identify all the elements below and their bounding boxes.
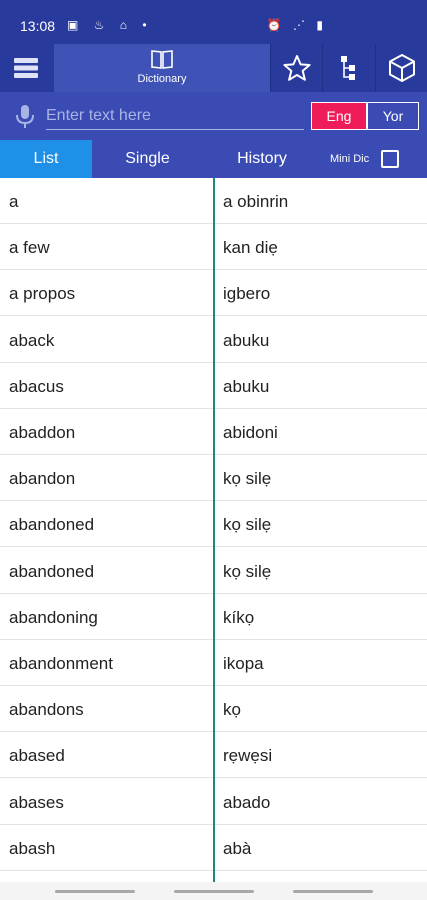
- english-word: abandon: [9, 469, 76, 489]
- favorites-button[interactable]: [270, 44, 322, 92]
- tree-icon: [340, 56, 355, 80]
- yoruba-translation: kọ silẹ: [223, 469, 272, 489]
- lang-yor-button[interactable]: Yor: [367, 102, 419, 130]
- search-input[interactable]: [46, 102, 304, 130]
- status-bar: 13:08 ▣ ♨ ⌂ • ⏰ ⋰ ▮: [0, 0, 427, 44]
- yoruba-translation: abuku: [223, 330, 270, 350]
- yoruba-translation: a obinrin: [223, 192, 289, 211]
- nav-recents-button[interactable]: [55, 890, 135, 893]
- english-word: aback: [9, 330, 55, 350]
- yoruba-translation: abuku: [223, 376, 270, 396]
- yoruba-translation: rẹwẹsi: [223, 746, 273, 766]
- tree-button[interactable]: [322, 44, 374, 92]
- column-divider: [213, 178, 215, 884]
- yoruba-translation: abà: [223, 838, 252, 858]
- yoruba-translation: kọ silẹ: [223, 515, 272, 535]
- tab-history[interactable]: History: [218, 140, 306, 178]
- nav-home-button[interactable]: [174, 890, 254, 893]
- english-word: abandoned: [9, 561, 95, 581]
- tab-list[interactable]: List: [0, 140, 92, 178]
- nav-back-button[interactable]: [293, 890, 373, 893]
- view-tabs: List Single History Mini Dic: [0, 140, 427, 178]
- cube-button[interactable]: [375, 44, 427, 92]
- system-status-icons: ⏰ ⋰ ▮: [266, 18, 327, 32]
- english-word: a propos: [9, 284, 76, 304]
- english-word: abased: [9, 746, 65, 766]
- yoruba-translation: kan diẹ: [223, 238, 278, 258]
- status-time: 13:08: [20, 18, 56, 34]
- english-word: abacus: [9, 376, 64, 396]
- yoruba-translation: igbero: [223, 284, 271, 304]
- english-word: abash: [9, 838, 56, 858]
- menu-button[interactable]: [0, 44, 52, 92]
- lang-eng-button[interactable]: Eng: [311, 102, 367, 130]
- cube-icon: [388, 54, 415, 82]
- yoruba-translation: kọ silẹ: [223, 561, 272, 581]
- english-word: abandonment: [9, 654, 113, 673]
- top-toolbar: Dictionary: [0, 44, 427, 92]
- system-nav-bar: [0, 882, 427, 900]
- yoruba-translation: abidoni: [223, 423, 278, 442]
- english-word: a: [9, 192, 19, 211]
- english-word: a few: [9, 238, 50, 258]
- english-word: abandons: [9, 700, 84, 720]
- book-icon: [151, 50, 173, 69]
- english-word: abandoned: [9, 515, 95, 535]
- yoruba-translation: kíkọ: [223, 607, 255, 627]
- notification-icons: ▣ ♨ ⌂ •: [67, 18, 153, 32]
- yoruba-translation: kọ: [223, 700, 241, 720]
- star-icon: [282, 55, 311, 81]
- dictionary-tab[interactable]: Dictionary: [54, 44, 270, 92]
- yoruba-translation: ikopa: [223, 654, 264, 673]
- dictionary-label: Dictionary: [137, 73, 187, 85]
- mini-dic-checkbox[interactable]: [381, 150, 399, 168]
- menu-icon: [14, 58, 38, 78]
- english-word: abaddon: [9, 423, 76, 442]
- mini-dic-label: Mini Dic: [330, 153, 370, 165]
- microphone-icon[interactable]: [14, 104, 36, 130]
- yoruba-translation: abado: [223, 792, 271, 812]
- english-word: abandoning: [9, 607, 98, 627]
- tab-single[interactable]: Single: [100, 140, 195, 178]
- english-word: abases: [9, 792, 64, 812]
